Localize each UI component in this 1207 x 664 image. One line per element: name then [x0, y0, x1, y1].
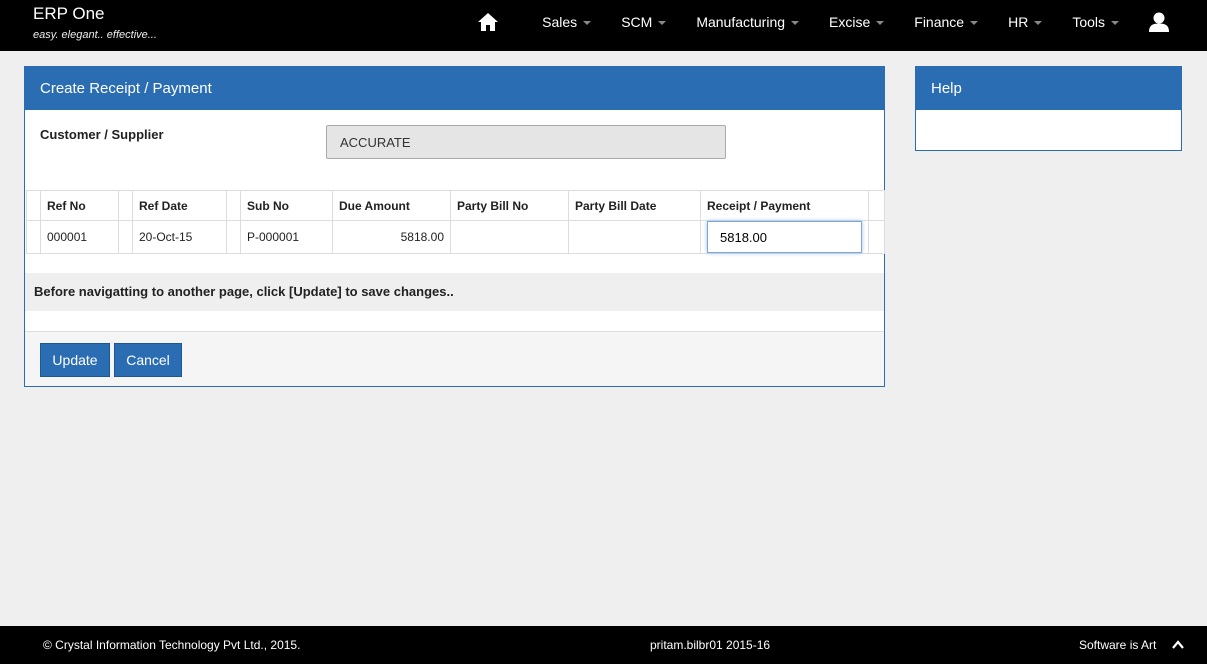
nav-item-manufacturing[interactable]: Manufacturing: [681, 14, 814, 30]
grid-header-row: Ref No Ref Date Sub No Due Amount Party …: [26, 190, 885, 221]
nav-item-finance[interactable]: Finance: [899, 14, 993, 30]
chevron-down-icon: [876, 21, 885, 25]
col-ref-no: Ref No: [40, 190, 119, 221]
grid-header-spacer: [868, 190, 885, 221]
cell-sub-no: P-000001: [240, 220, 333, 254]
receipt-payment-input[interactable]: [707, 221, 862, 253]
home-icon[interactable]: [476, 11, 500, 33]
nav-item-sales[interactable]: Sales: [527, 14, 606, 30]
receipt-grid: Ref No Ref Date Sub No Due Amount Party …: [26, 190, 885, 254]
receipt-payment-panel: Create Receipt / Payment Customer / Supp…: [24, 66, 885, 387]
grid-header-spacer: [226, 190, 241, 221]
main-nav: Sales SCM Manufacturing Excise Finance H…: [476, 0, 1207, 44]
brand[interactable]: ERP One easy. elegant.. effective...: [33, 4, 157, 41]
user-icon[interactable]: [1148, 11, 1170, 33]
grid-cell-spacer: [118, 220, 133, 254]
table-row: 000001 20-Oct-15 P-000001 5818.00: [26, 220, 885, 254]
chevron-up-icon[interactable]: [1171, 638, 1185, 652]
grid-cell-spacer: [868, 220, 885, 254]
panel-title: Create Receipt / Payment: [25, 67, 884, 110]
chevron-down-icon: [658, 21, 667, 25]
grid-cell-spacer: [26, 220, 41, 254]
update-button[interactable]: Update: [40, 343, 110, 377]
col-sub-no: Sub No: [240, 190, 333, 221]
chevron-down-icon: [791, 21, 800, 25]
chevron-down-icon: [583, 21, 592, 25]
customer-supplier-label: Customer / Supplier: [40, 127, 164, 142]
grid-cell-spacer: [226, 220, 241, 254]
customer-supplier-field[interactable]: [326, 125, 726, 159]
footer-user-info: pritam.bilbr01 2015-16: [650, 638, 771, 652]
cell-receipt-payment: [700, 220, 869, 254]
help-panel: Help: [915, 66, 1182, 151]
footer-slogan: Software is Art: [1079, 638, 1157, 652]
col-due-amount: Due Amount: [332, 190, 451, 221]
help-title: Help: [916, 67, 1181, 110]
app-name: ERP One: [33, 4, 105, 23]
page-footer: © Crystal Information Technology Pvt Ltd…: [0, 626, 1207, 664]
top-navbar: ERP One easy. elegant.. effective... Sal…: [0, 0, 1207, 51]
nav-item-tools[interactable]: Tools: [1057, 14, 1134, 30]
cell-ref-no: 000001: [40, 220, 119, 254]
grid-header-spacer: [118, 190, 133, 221]
cell-ref-date: 20-Oct-15: [132, 220, 227, 254]
nav-item-scm[interactable]: SCM: [606, 14, 681, 30]
chevron-down-icon: [1034, 21, 1043, 25]
chevron-down-icon: [970, 21, 979, 25]
panel-footer: Update Cancel: [25, 331, 884, 386]
col-party-bill-no: Party Bill No: [450, 190, 569, 221]
cell-due-amount: 5818.00: [332, 220, 451, 254]
nav-item-excise[interactable]: Excise: [814, 14, 899, 30]
app-tagline: easy. elegant.. effective...: [33, 29, 157, 41]
col-ref-date: Ref Date: [132, 190, 227, 221]
col-party-bill-date: Party Bill Date: [568, 190, 701, 221]
nav-item-hr[interactable]: HR: [993, 14, 1057, 30]
chevron-down-icon: [1111, 21, 1119, 25]
cancel-button[interactable]: Cancel: [114, 343, 182, 377]
grid-header-spacer: [26, 190, 41, 221]
cell-party-bill-date: [568, 220, 701, 254]
save-notice: Before navigatting to another page, clic…: [25, 273, 884, 311]
footer-copyright: © Crystal Information Technology Pvt Ltd…: [43, 638, 301, 652]
cell-party-bill-no: [450, 220, 569, 254]
col-receipt-payment: Receipt / Payment: [700, 190, 869, 221]
